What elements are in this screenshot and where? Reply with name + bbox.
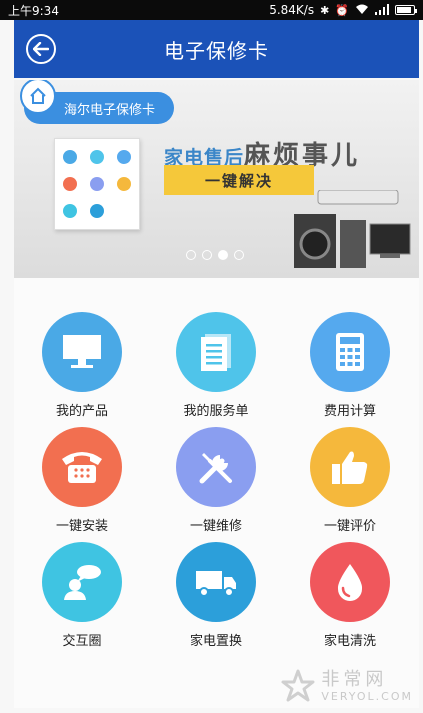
calculator-icon — [336, 333, 364, 371]
feature-cost-calc[interactable]: 费用计算 — [285, 312, 415, 427]
chat-person-icon — [64, 565, 101, 600]
feature-label: 我的产品 — [55, 404, 108, 419]
promo-banner[interactable]: 海尔电子保修卡 家电售后麻烦事儿 一键解决 — [14, 80, 419, 278]
bluetooth-icon: ✱ — [320, 3, 330, 17]
feature-circle — [176, 427, 256, 507]
feature-label: 家电置换 — [189, 634, 242, 649]
wifi-icon — [355, 4, 369, 17]
appliances-image — [294, 190, 411, 268]
battery-icon — [395, 5, 417, 15]
feature-circle — [310, 427, 390, 507]
feature-label: 交互圈 — [62, 634, 102, 649]
feature-trade-in[interactable]: 家电置换 — [151, 542, 281, 657]
carousel-indicator — [186, 250, 244, 260]
feature-label: 家电清洗 — [323, 634, 376, 649]
feature-community[interactable]: 交互圈 — [17, 542, 147, 657]
feature-my-products[interactable]: 我的产品 — [17, 312, 147, 427]
status-time: 上午9:34 — [8, 3, 59, 18]
app-preview-image — [54, 138, 140, 230]
feature-circle — [42, 542, 122, 622]
feature-one-click-install[interactable]: 一键安装 — [17, 427, 147, 542]
feature-label: 我的服务单 — [183, 404, 249, 419]
arrow-left-icon — [33, 42, 49, 56]
network-speed: 5.84K/s — [269, 3, 315, 17]
phone-icon — [62, 452, 102, 483]
carousel-dot[interactable] — [186, 250, 196, 260]
carousel-dot[interactable] — [202, 250, 212, 260]
status-bar: 上午9:34 5.84K/s ✱ ⏰ — [0, 0, 423, 20]
feature-label: 一键评价 — [323, 519, 376, 534]
watermark-en: VERYOL.COM — [321, 689, 413, 703]
feature-circle — [42, 312, 122, 392]
feature-label: 一键安装 — [55, 519, 108, 534]
alarm-icon: ⏰ — [335, 3, 349, 17]
feature-circle — [176, 542, 256, 622]
carousel-dot[interactable] — [218, 250, 228, 260]
star-logo-icon — [281, 669, 315, 702]
feature-label: 费用计算 — [323, 404, 376, 419]
feature-grid: 我的产品 我的服务单 费用计算 一键安装 一键维修 一键评价 交互圈 家电置换 … — [14, 278, 419, 708]
feature-my-orders[interactable]: 我的服务单 — [151, 312, 281, 427]
feature-cleaning[interactable]: 家电清洗 — [285, 542, 415, 657]
water-drop-icon — [337, 564, 363, 601]
feature-circle — [42, 427, 122, 507]
document-icon — [201, 334, 231, 371]
truck-icon — [196, 571, 236, 597]
feature-circle — [176, 312, 256, 392]
warranty-card-label: 海尔电子保修卡 — [64, 102, 156, 118]
feature-label: 一键维修 — [189, 519, 242, 534]
thumbs-up-icon — [332, 451, 368, 484]
feature-circle — [310, 312, 390, 392]
monitor-icon — [63, 335, 101, 368]
feature-one-click-repair[interactable]: 一键维修 — [151, 427, 281, 542]
title-bar: 电子保修卡 — [14, 20, 419, 78]
feature-one-click-rate[interactable]: 一键评价 — [285, 427, 415, 542]
page-title: 电子保修卡 — [164, 38, 269, 63]
slogan-sub: 一键解决 — [164, 165, 314, 195]
signal-icon — [375, 3, 389, 17]
site-watermark: 非常网 VERYOL.COM — [281, 669, 413, 703]
back-button[interactable] — [26, 34, 56, 64]
tools-icon — [199, 453, 232, 484]
carousel-dot[interactable] — [234, 250, 244, 260]
feature-circle — [310, 542, 390, 622]
watermark-cn: 非常网 — [321, 668, 388, 690]
